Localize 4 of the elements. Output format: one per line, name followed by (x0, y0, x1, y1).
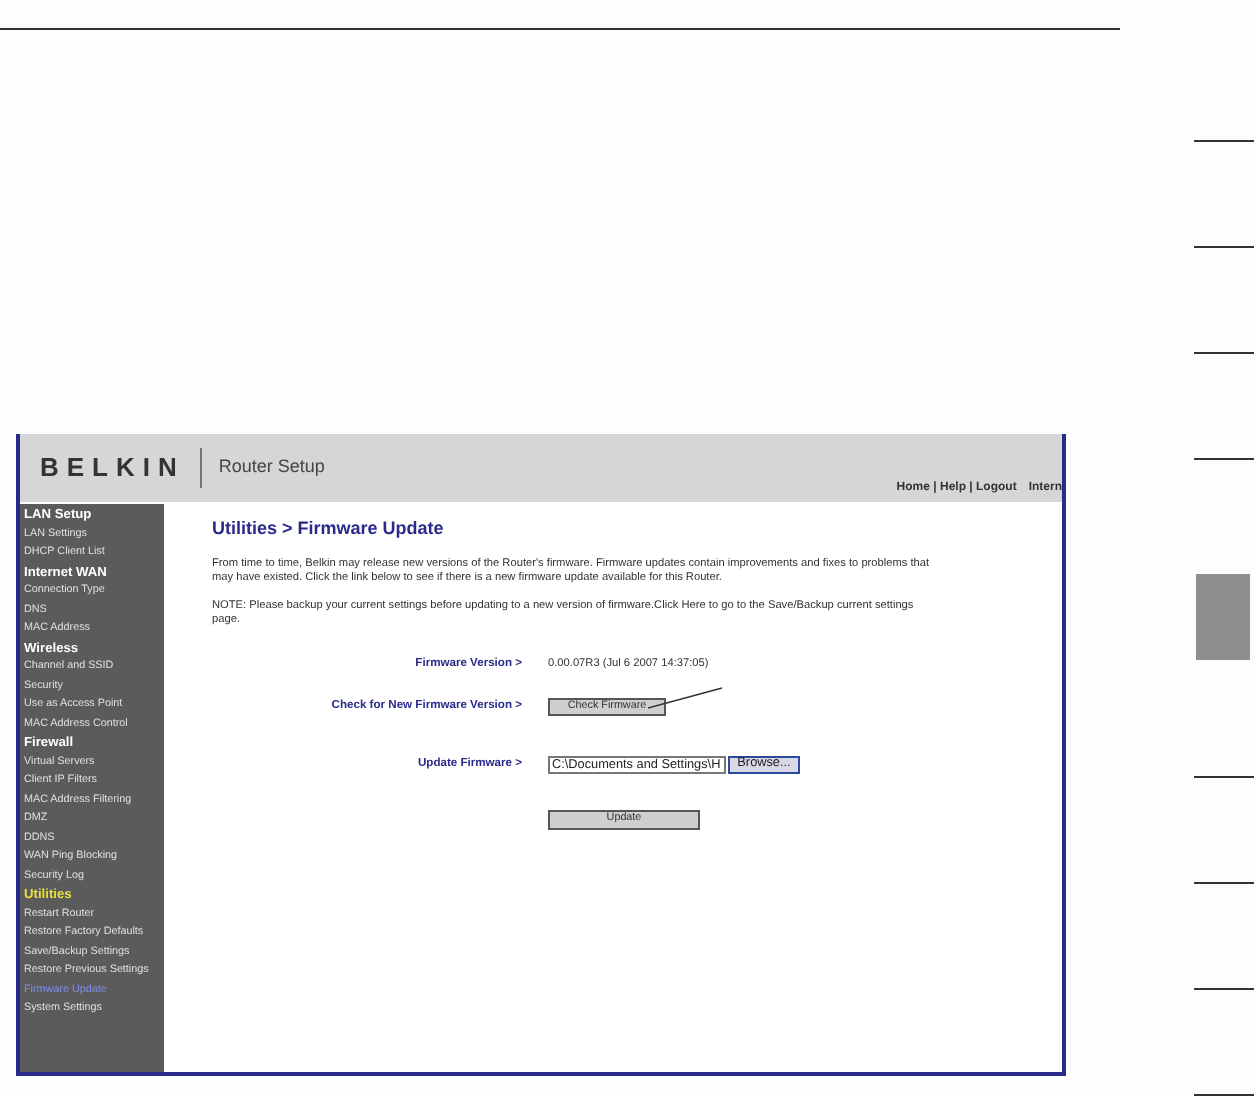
leader-line (648, 685, 724, 709)
logo: BELKIN (40, 450, 185, 487)
app-title: Router Setup (218, 454, 325, 481)
page-title: Utilities > Firmware Update (212, 516, 446, 542)
